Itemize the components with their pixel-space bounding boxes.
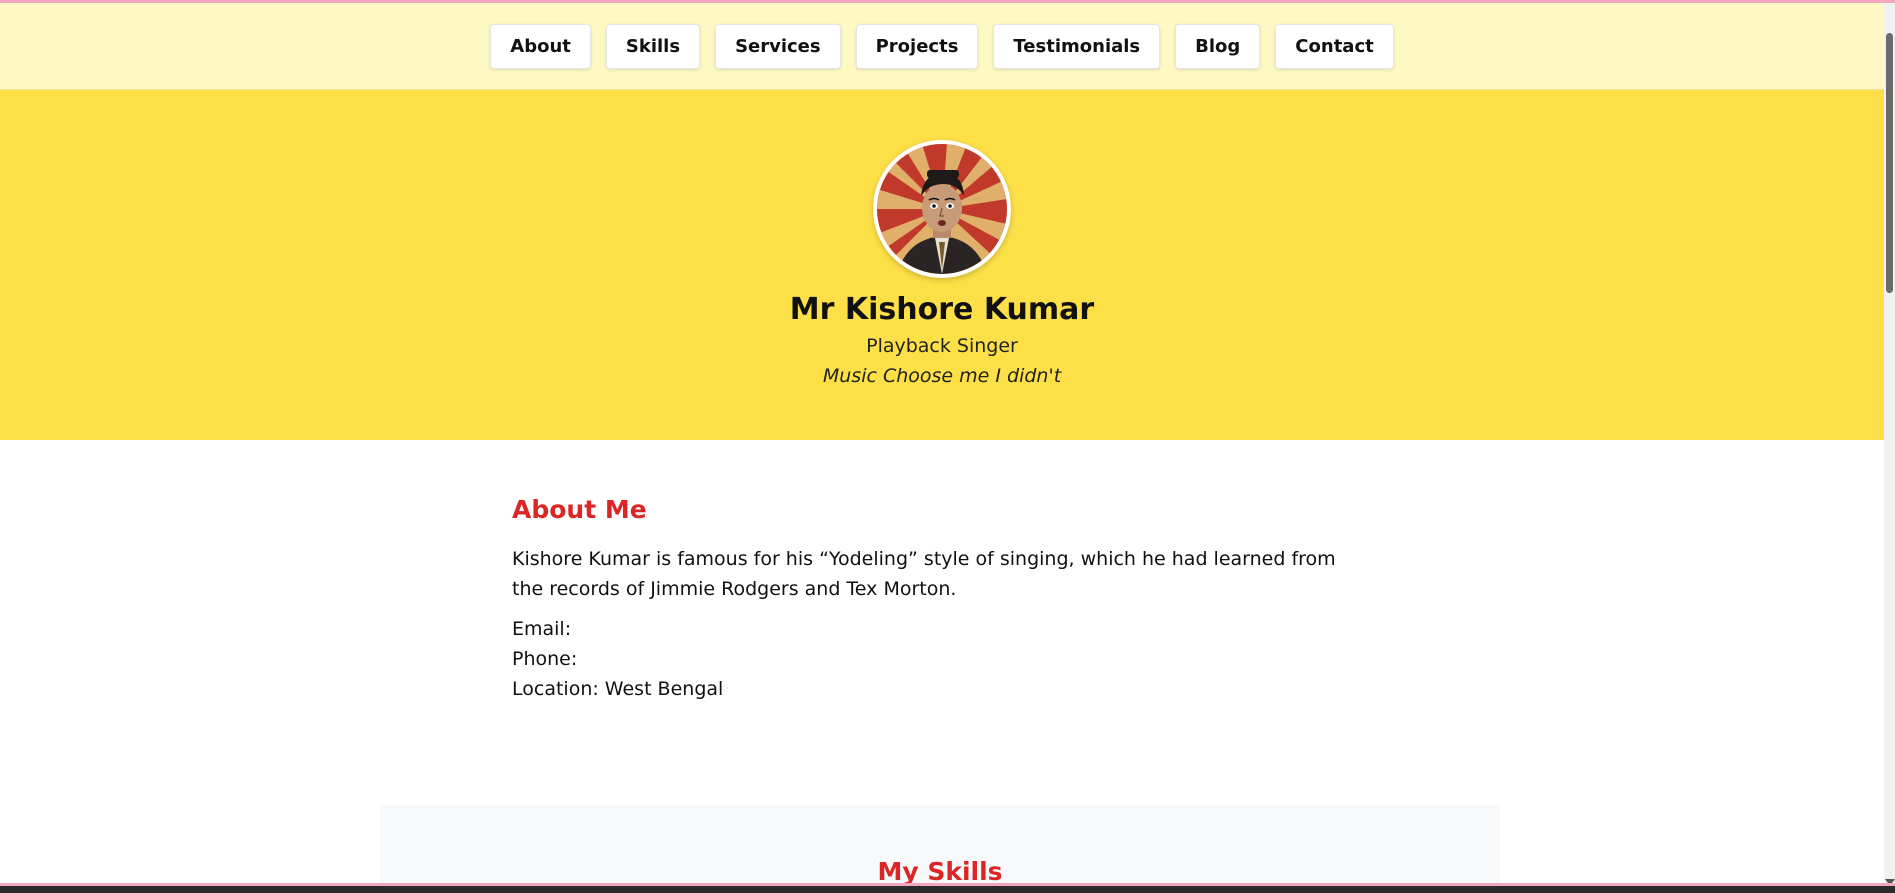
skills-section: My Skills <box>380 805 1500 893</box>
location-line: Location: West Bengal <box>512 678 724 700</box>
profile-name: Mr Kishore Kumar <box>789 292 1095 327</box>
page: About Skills Services Projects Testimoni… <box>0 3 1884 893</box>
browser-viewport: About Skills Services Projects Testimoni… <box>0 0 1895 893</box>
about-section: About Me Kishore Kumar is famous for his… <box>382 440 1502 704</box>
email-line: Email: <box>512 618 572 640</box>
nav-testimonials-button[interactable]: Testimonials <box>993 23 1161 69</box>
vertical-scrollbar[interactable] <box>1884 3 1895 893</box>
nav-about-button[interactable]: About <box>490 23 591 69</box>
nav-projects-button[interactable]: Projects <box>855 23 979 69</box>
scrollbar-thumb[interactable] <box>1886 33 1893 293</box>
profile-job-title: Playback Singer <box>866 335 1018 357</box>
contact-info: Email: Phone: Location: West Bengal <box>512 614 1372 704</box>
nav-blog-button[interactable]: Blog <box>1175 23 1261 69</box>
nav-skills-button[interactable]: Skills <box>605 23 701 69</box>
skills-heading: My Skills <box>877 857 1003 886</box>
profile-tagline: Music Choose me I didn't <box>822 365 1062 387</box>
nav-contact-button[interactable]: Contact <box>1275 23 1394 69</box>
phone-line: Phone: <box>512 648 578 670</box>
hero-section: Mr Kishore Kumar Playback Singer Music C… <box>0 90 1884 440</box>
top-navbar: About Skills Services Projects Testimoni… <box>0 3 1884 90</box>
profile-avatar <box>873 140 1011 278</box>
window-bottom-edge <box>0 883 1895 893</box>
about-description: Kishore Kumar is famous for his “Yodelin… <box>512 548 1336 600</box>
nav-services-button[interactable]: Services <box>715 23 841 69</box>
about-heading: About Me <box>512 495 647 524</box>
portrait-illustration <box>877 144 1007 274</box>
